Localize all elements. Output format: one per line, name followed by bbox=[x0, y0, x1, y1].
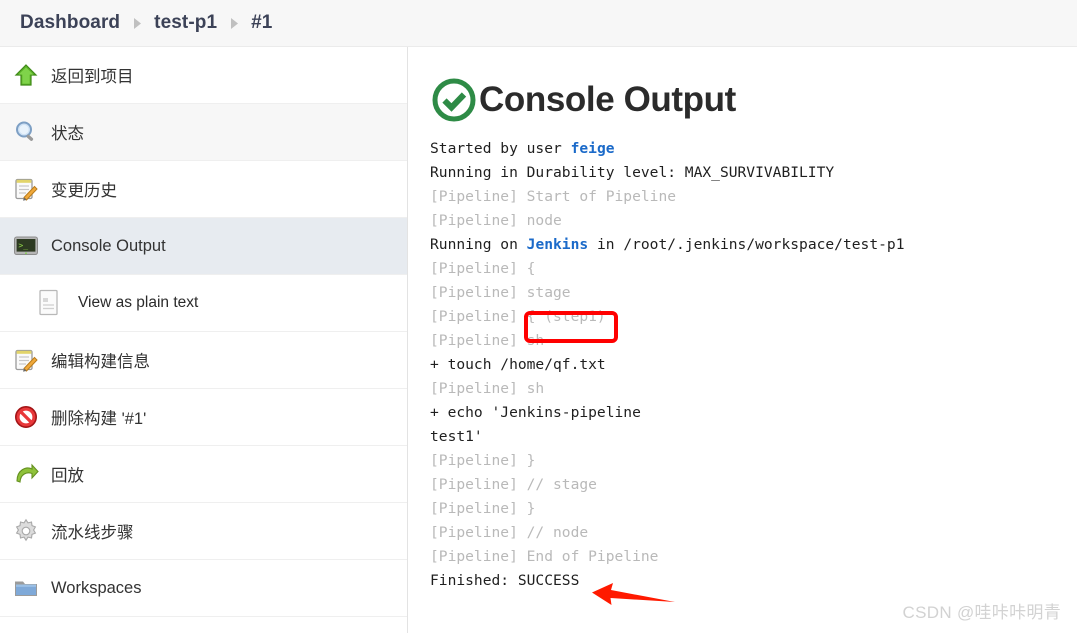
breadcrumb-test-p1[interactable]: test-p1 bbox=[154, 12, 217, 34]
console-log-line: [Pipeline] // stage bbox=[430, 476, 597, 493]
chevron-right-icon bbox=[120, 17, 154, 29]
console-log-line: + echo 'Jenkins-pipeline bbox=[430, 404, 641, 421]
redo-arrow-icon bbox=[11, 459, 41, 489]
terminal-icon: >_ bbox=[11, 231, 41, 261]
svg-text:>_: >_ bbox=[18, 241, 28, 250]
sidebar-item-console-output[interactable]: >_ Console Output bbox=[0, 218, 407, 275]
sidebar-item-label: 编辑构建信息 bbox=[51, 353, 150, 371]
sidebar-item-label: 状态 bbox=[51, 125, 84, 143]
sidebar-item-delete-build[interactable]: 删除构建 '#1' bbox=[0, 389, 407, 446]
page-title-row: Console Output bbox=[430, 75, 1077, 125]
chevron-right-icon bbox=[217, 17, 251, 29]
sidebar-item-view-as-plain-text[interactable]: View as plain text bbox=[0, 275, 407, 332]
gear-icon bbox=[11, 516, 41, 546]
console-output-log[interactable]: Started by user feige Running in Durabili… bbox=[430, 137, 1077, 593]
sidebar-item-label: 流水线步骤 bbox=[51, 524, 134, 542]
sidebar-item-edit-build-information[interactable]: 编辑构建信息 bbox=[0, 332, 407, 389]
sidebar-item-workspaces[interactable]: Workspaces bbox=[0, 560, 407, 617]
sidebar: 返回到项目 状态 变更历史 >_ Console Output View as … bbox=[0, 47, 408, 633]
console-log-line: Finished: SUCCESS bbox=[430, 572, 580, 589]
sidebar-item-label: 返回到项目 bbox=[51, 68, 134, 86]
sidebar-item-status[interactable]: 状态 bbox=[0, 104, 407, 161]
console-log-line: test1' bbox=[430, 428, 483, 445]
console-log-line: [Pipeline] End of Pipeline bbox=[430, 548, 659, 565]
console-log-line: Started by user feige bbox=[430, 140, 615, 157]
console-log-line: [Pipeline] } bbox=[430, 452, 536, 469]
notepad-pencil-icon bbox=[11, 174, 41, 204]
console-log-line: Running on Jenkins in /root/.jenkins/wor… bbox=[430, 236, 905, 253]
folder-icon bbox=[11, 573, 41, 603]
console-log-link[interactable]: Jenkins bbox=[527, 236, 589, 253]
sidebar-item-change-history[interactable]: 变更历史 bbox=[0, 161, 407, 218]
sidebar-item-label: Workspaces bbox=[51, 578, 142, 597]
console-log-link[interactable]: feige bbox=[571, 140, 615, 157]
page-title: Console Output bbox=[479, 80, 736, 119]
breadcrumb-dashboard[interactable]: Dashboard bbox=[20, 12, 120, 34]
breadcrumb-build-1[interactable]: #1 bbox=[251, 12, 272, 34]
console-log-line: [Pipeline] sh bbox=[430, 380, 545, 397]
sidebar-item-replay[interactable]: 回放 bbox=[0, 446, 407, 503]
sidebar-item-label: View as plain text bbox=[78, 294, 199, 311]
sidebar-item-pipeline-steps[interactable]: 流水线步骤 bbox=[0, 503, 407, 560]
breadcrumb: Dashboard test-p1 #1 bbox=[0, 0, 1077, 47]
no-entry-icon bbox=[11, 402, 41, 432]
console-log-line: [Pipeline] } bbox=[430, 500, 536, 517]
console-log-line: [Pipeline] node bbox=[430, 212, 562, 229]
main-content: Console Output Started by user feige Runn… bbox=[409, 47, 1077, 633]
watermark: CSDN @哇咔咔明青 bbox=[902, 603, 1061, 622]
console-log-line: [Pipeline] stage bbox=[430, 284, 571, 301]
sidebar-item-label: 删除构建 '#1' bbox=[51, 410, 147, 428]
console-log-line: [Pipeline] Start of Pipeline bbox=[430, 188, 677, 205]
magnifier-icon bbox=[11, 117, 41, 147]
sidebar-item-label: 变更历史 bbox=[51, 182, 117, 200]
sidebar-item-label: Console Output bbox=[51, 236, 166, 255]
sidebar-item-label: 回放 bbox=[51, 467, 84, 485]
sidebar-item-back-to-project[interactable]: 返回到项目 bbox=[0, 47, 407, 104]
console-log-line: [Pipeline] // node bbox=[430, 524, 589, 541]
console-log-line: + touch /home/qf.txt bbox=[430, 356, 606, 373]
console-log-line: Running in Durability level: MAX_SURVIVA… bbox=[430, 164, 835, 181]
console-log-line: [Pipeline] { (step1) bbox=[430, 308, 606, 325]
up-arrow-icon bbox=[11, 60, 41, 90]
success-check-circle-icon bbox=[430, 76, 478, 124]
console-log-line: [Pipeline] { bbox=[430, 260, 536, 277]
jenkins-build-page: Dashboard test-p1 #1 返回到项目 状态 变更历史 >_ Co… bbox=[0, 0, 1077, 633]
console-log-line: [Pipeline] sh bbox=[430, 332, 545, 349]
document-icon bbox=[34, 288, 64, 318]
notepad-pencil-icon bbox=[11, 345, 41, 375]
